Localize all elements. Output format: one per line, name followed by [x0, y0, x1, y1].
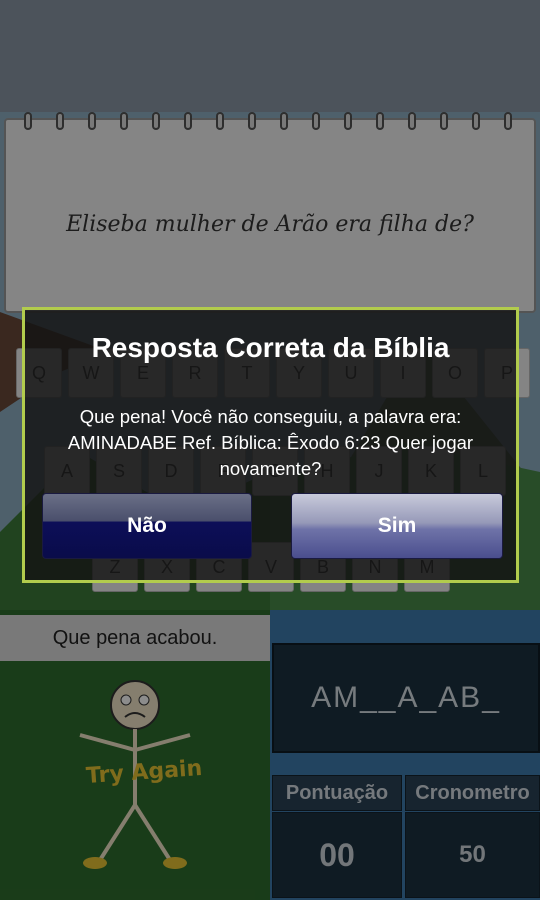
- dialog-title: Resposta Correta da Bíblia: [91, 332, 450, 363]
- dialog-message: Que pena! Você não conseguiu, a palavra …: [67, 406, 474, 479]
- yes-button[interactable]: Sim: [291, 493, 503, 559]
- no-button[interactable]: Não: [42, 493, 252, 559]
- answer-dialog: Resposta Correta da Bíblia Que pena! Voc…: [22, 307, 519, 583]
